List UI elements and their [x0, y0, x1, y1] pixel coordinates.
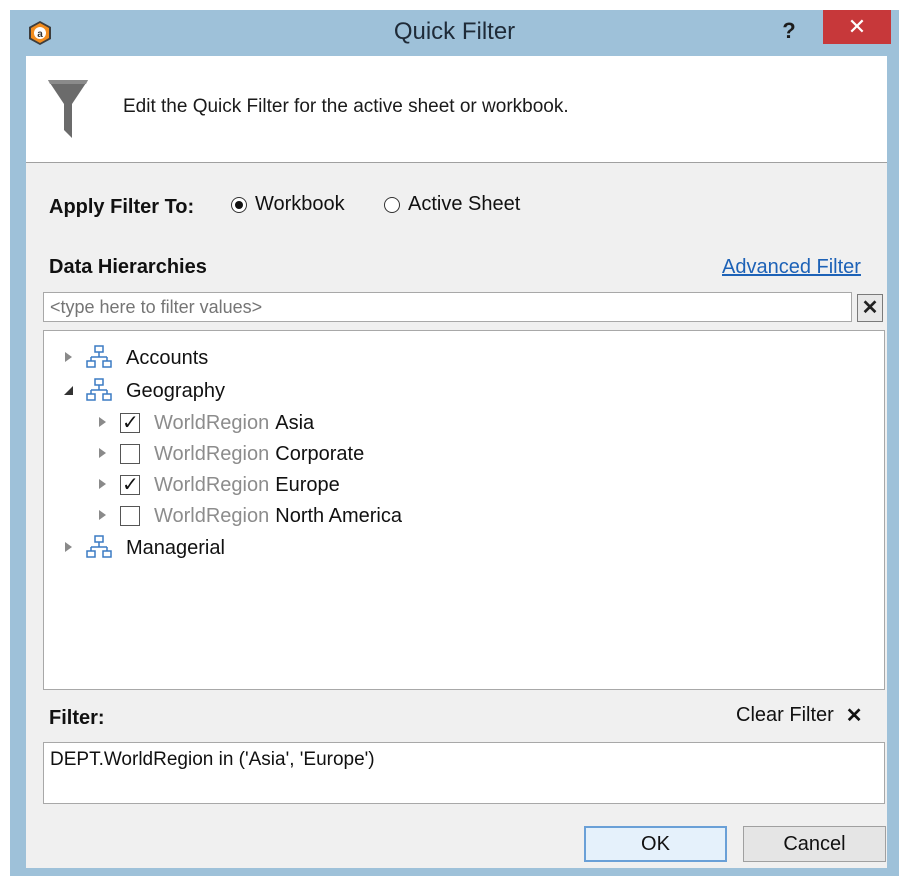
close-icon: ✕ — [845, 705, 863, 727]
header-description: Edit the Quick Filter for the active she… — [123, 96, 569, 117]
hierarchy-icon — [86, 345, 112, 368]
window-title: Quick Filter — [393, 18, 516, 45]
radio-active-sheet[interactable]: Active Sheet — [384, 193, 520, 216]
tree-node-north-america[interactable]: WorldRegion North America — [96, 501, 402, 531]
tree-node-label: Asia — [275, 411, 315, 434]
title-bar[interactable]: a Quick Filter ? ✕ — [10, 10, 899, 56]
checkbox-north-america[interactable] — [120, 506, 140, 526]
expand-icon[interactable] — [62, 541, 76, 555]
expand-icon[interactable] — [96, 509, 110, 523]
radio-workbook-label: Workbook — [255, 193, 345, 215]
tree-node-asia[interactable]: WorldRegion Asia — [96, 408, 314, 438]
ok-button[interactable]: OK — [584, 826, 727, 862]
clear-filter-button[interactable]: Clear Filter ✕ — [736, 703, 863, 728]
tree-node-prefix: WorldRegion — [154, 473, 270, 496]
expand-icon[interactable] — [96, 416, 110, 430]
radio-active-sheet-button[interactable] — [384, 196, 400, 213]
radio-workbook[interactable]: Workbook — [231, 193, 345, 216]
expand-icon[interactable] — [96, 447, 110, 461]
clear-filter-label: Clear Filter — [736, 704, 834, 726]
tree-node-prefix: WorldRegion — [154, 411, 270, 434]
dialog-header: Edit the Quick Filter for the active she… — [26, 56, 887, 163]
tree-node-prefix: WorldRegion — [154, 442, 270, 465]
quick-filter-dialog: a Quick Filter ? ✕ Edit the Quick Filter… — [10, 10, 899, 876]
tree-node-geography[interactable]: Geography — [62, 376, 225, 406]
tree-node-managerial[interactable]: Managerial — [62, 533, 225, 563]
expand-icon[interactable] — [62, 351, 76, 365]
checkbox-europe[interactable] — [120, 472, 140, 496]
tree-node-label: Accounts — [126, 346, 209, 369]
close-button[interactable]: ✕ — [823, 10, 891, 44]
tree-node-prefix: WorldRegion — [154, 504, 270, 527]
tree-node-europe[interactable]: WorldRegion Europe — [96, 470, 340, 500]
radio-active-sheet-label: Active Sheet — [408, 193, 521, 215]
tree-node-label: Europe — [275, 473, 340, 496]
tree-node-corporate[interactable]: WorldRegion Corporate — [96, 439, 364, 469]
radio-workbook-button[interactable] — [231, 196, 247, 213]
tree-node-label: Managerial — [126, 536, 225, 559]
advanced-filter-link[interactable]: Advanced Filter — [722, 256, 861, 279]
checkbox-corporate[interactable] — [120, 444, 140, 464]
funnel-icon — [48, 80, 88, 138]
collapse-icon[interactable] — [62, 384, 76, 398]
hierarchy-icon — [86, 535, 112, 558]
tree-node-label: Geography — [126, 379, 225, 402]
tree-node-label: Corporate — [275, 442, 365, 465]
cancel-button[interactable]: Cancel — [743, 826, 886, 862]
help-button[interactable]: ? — [772, 14, 806, 48]
apply-filter-label: Apply Filter To: — [49, 196, 195, 218]
hierarchy-search-input[interactable] — [43, 292, 852, 322]
filter-label: Filter: — [49, 707, 105, 729]
filter-expression-field[interactable]: DEPT.WorldRegion in ('Asia', 'Europe') — [43, 742, 885, 804]
hierarchy-tree[interactable]: Accounts Geography W — [43, 330, 885, 690]
dialog-body: Edit the Quick Filter for the active she… — [26, 56, 887, 868]
data-hierarchies-label: Data Hierarchies — [49, 256, 207, 278]
tree-node-accounts[interactable]: Accounts — [62, 343, 208, 373]
clear-search-button[interactable]: ✕ — [857, 294, 883, 322]
checkbox-asia[interactable] — [120, 410, 140, 434]
expand-icon[interactable] — [96, 478, 110, 492]
hierarchy-icon — [86, 378, 112, 401]
tree-node-label: North America — [275, 504, 402, 527]
